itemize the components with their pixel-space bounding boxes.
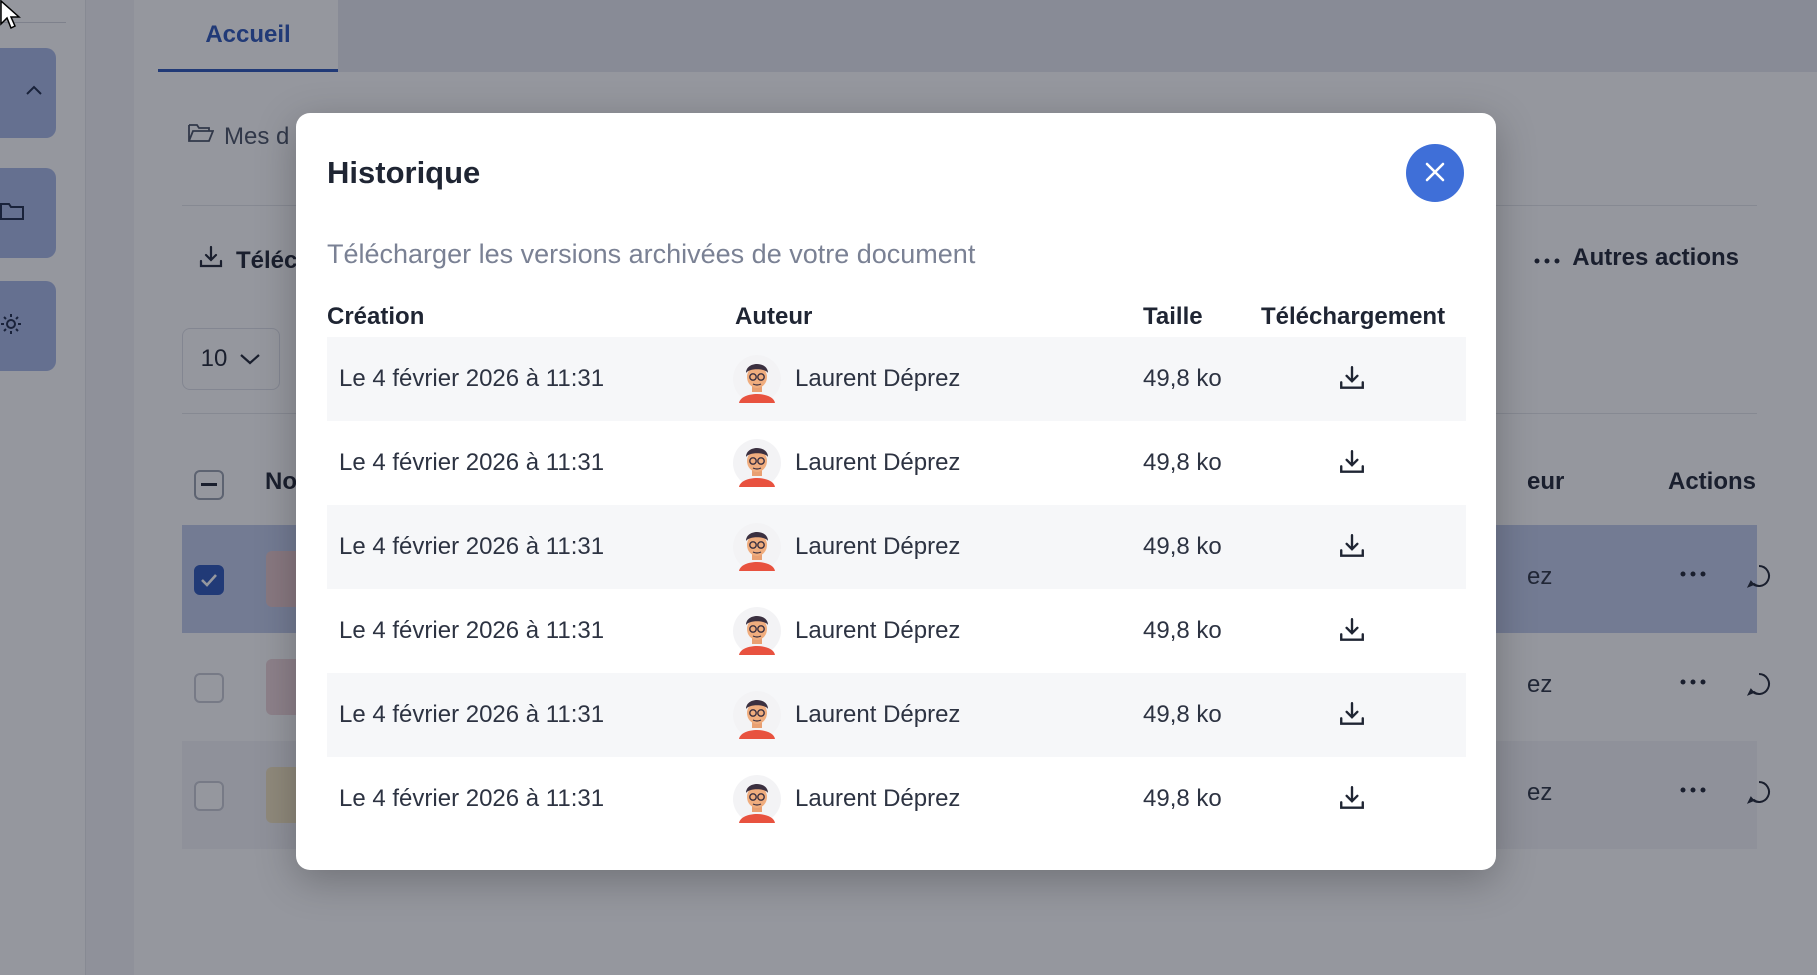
row-size: 49,8 ko bbox=[1143, 533, 1222, 560]
row-date: Le 4 février 2026 à 11:31 bbox=[339, 701, 605, 728]
column-download: Téléchargement bbox=[1261, 303, 1446, 330]
download-icon bbox=[1338, 450, 1366, 479]
row-date: Le 4 février 2026 à 11:31 bbox=[339, 449, 605, 476]
table-row: Le 4 février 2026 à 11:31 Laurent Déprez… bbox=[327, 673, 1466, 757]
close-icon bbox=[1423, 160, 1447, 187]
row-size: 49,8 ko bbox=[1143, 449, 1222, 476]
table-row: Le 4 février 2026 à 11:31 Laurent Déprez… bbox=[327, 589, 1466, 673]
table-row: Le 4 février 2026 à 11:31 Laurent Déprez… bbox=[327, 421, 1466, 505]
row-date: Le 4 février 2026 à 11:31 bbox=[339, 533, 605, 560]
column-author: Auteur bbox=[735, 303, 813, 330]
download-version-button[interactable] bbox=[1338, 448, 1366, 479]
history-modal: Historique Télécharger les versions arch… bbox=[296, 113, 1496, 870]
row-author: Laurent Déprez bbox=[795, 701, 961, 728]
row-author: Laurent Déprez bbox=[795, 533, 961, 560]
row-size: 49,8 ko bbox=[1143, 785, 1222, 812]
table-row: Le 4 février 2026 à 11:31 Laurent Déprez… bbox=[327, 337, 1466, 421]
history-table-header: Création Auteur Taille Téléchargement bbox=[327, 295, 1466, 337]
table-row: Le 4 février 2026 à 11:31 Laurent Déprez… bbox=[327, 757, 1466, 841]
row-author: Laurent Déprez bbox=[795, 449, 961, 476]
column-creation: Création bbox=[327, 303, 425, 330]
row-author: Laurent Déprez bbox=[795, 785, 961, 812]
history-table: Création Auteur Taille Téléchargement Le… bbox=[327, 295, 1466, 841]
avatar bbox=[733, 691, 781, 739]
close-button[interactable] bbox=[1406, 144, 1464, 202]
column-size: Taille bbox=[1143, 303, 1203, 330]
avatar bbox=[733, 523, 781, 571]
row-date: Le 4 février 2026 à 11:31 bbox=[339, 365, 605, 392]
download-icon bbox=[1338, 786, 1366, 815]
download-version-button[interactable] bbox=[1338, 700, 1366, 731]
download-icon bbox=[1338, 618, 1366, 647]
row-date: Le 4 février 2026 à 11:31 bbox=[339, 617, 605, 644]
download-version-button[interactable] bbox=[1338, 784, 1366, 815]
modal-subtitle: Télécharger les versions archivées de vo… bbox=[327, 239, 976, 269]
row-size: 49,8 ko bbox=[1143, 617, 1222, 644]
avatar bbox=[733, 439, 781, 487]
row-author: Laurent Déprez bbox=[795, 617, 961, 644]
table-row: Le 4 février 2026 à 11:31 Laurent Déprez… bbox=[327, 505, 1466, 589]
mouse-cursor-icon bbox=[0, 0, 22, 35]
modal-title: Historique bbox=[327, 155, 481, 190]
download-version-button[interactable] bbox=[1338, 364, 1366, 395]
download-icon bbox=[1338, 366, 1366, 395]
row-author: Laurent Déprez bbox=[795, 365, 961, 392]
download-version-button[interactable] bbox=[1338, 532, 1366, 563]
avatar bbox=[733, 355, 781, 403]
download-version-button[interactable] bbox=[1338, 616, 1366, 647]
avatar bbox=[733, 607, 781, 655]
download-icon bbox=[1338, 702, 1366, 731]
row-size: 49,8 ko bbox=[1143, 365, 1222, 392]
row-size: 49,8 ko bbox=[1143, 701, 1222, 728]
avatar bbox=[733, 775, 781, 823]
download-icon bbox=[1338, 534, 1366, 563]
row-date: Le 4 février 2026 à 11:31 bbox=[339, 785, 605, 812]
